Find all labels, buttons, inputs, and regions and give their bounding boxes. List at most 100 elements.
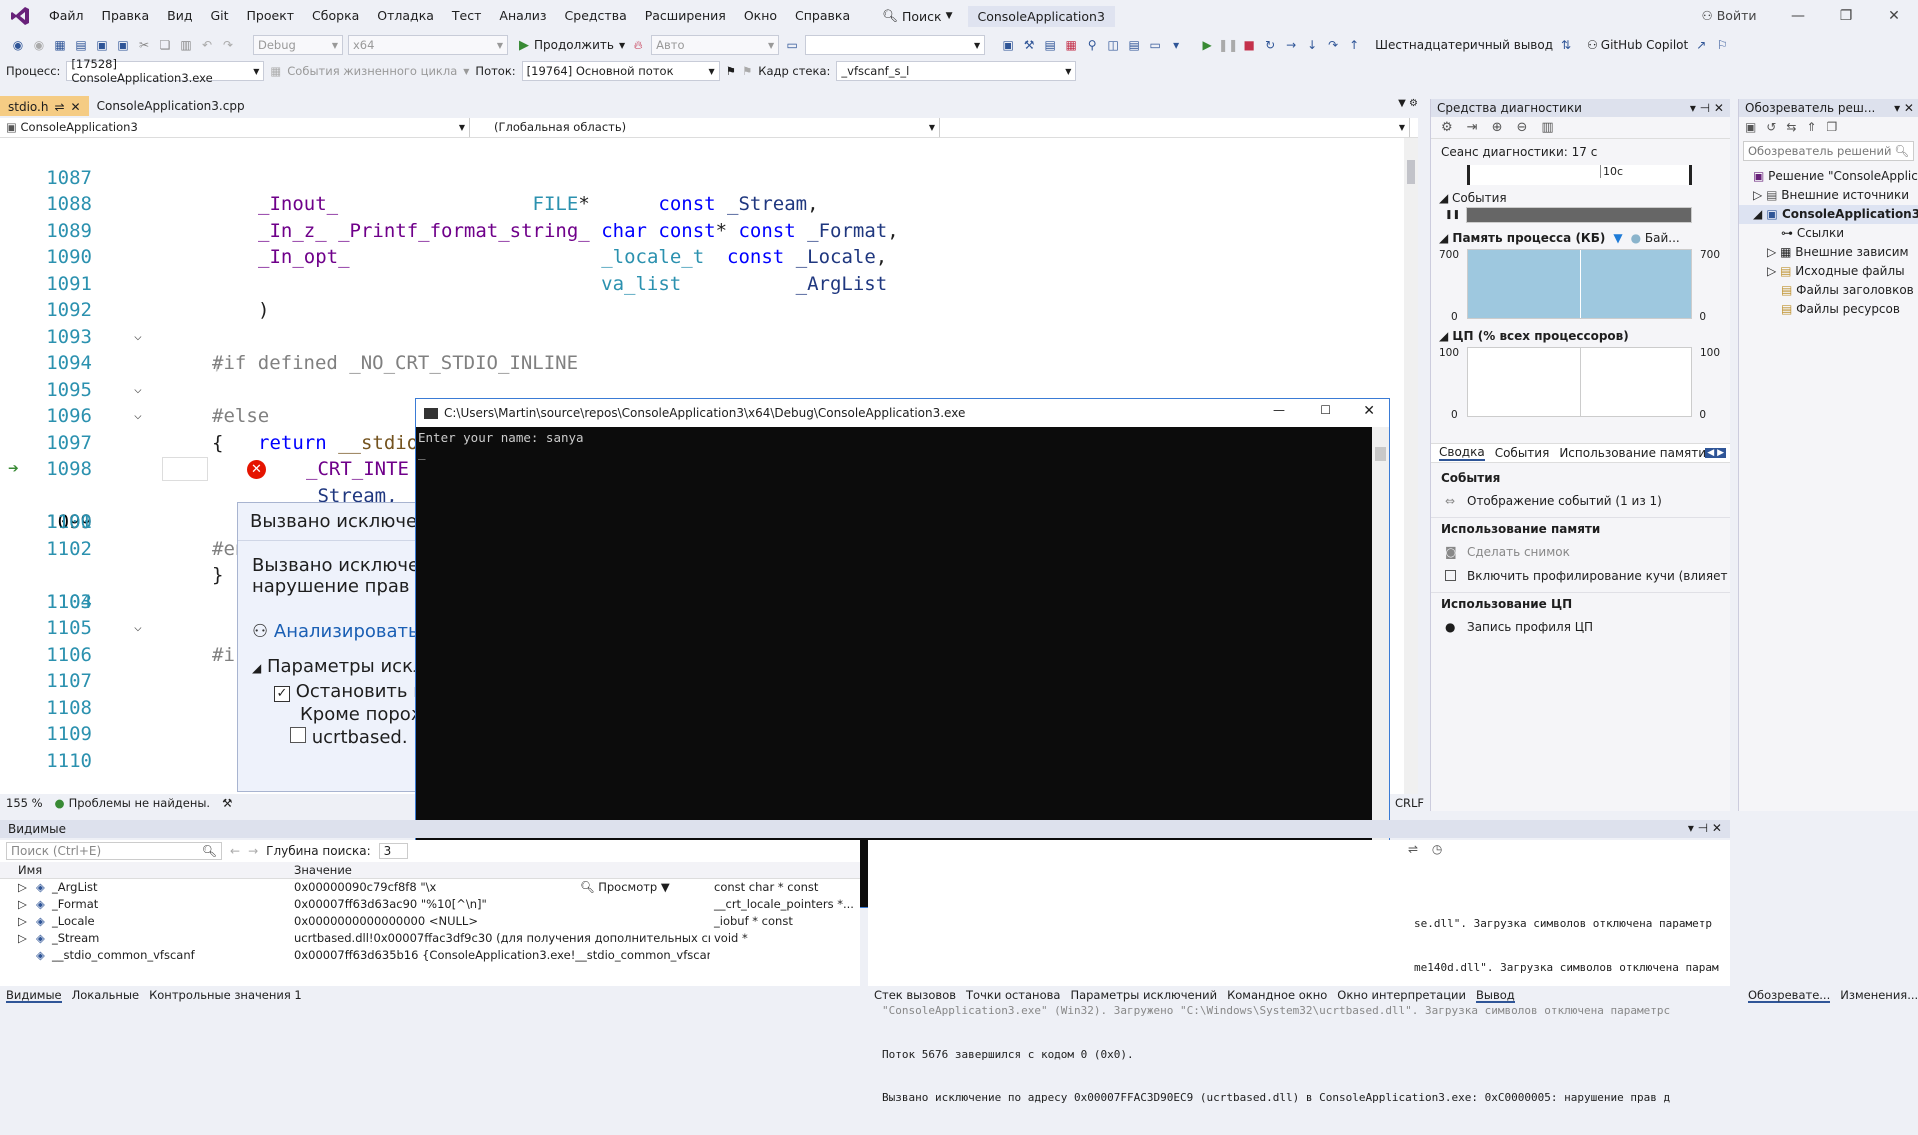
settings-gear-icon[interactable]: ⚙ bbox=[1441, 120, 1453, 135]
col-type-header[interactable] bbox=[710, 862, 860, 878]
tab-memory-usage[interactable]: Использование памяти bbox=[1559, 446, 1706, 460]
panel-icon[interactable]: ▭ bbox=[1147, 37, 1163, 53]
cpu-graph[interactable]: 100 0 100 0 bbox=[1431, 347, 1730, 421]
console-maximize-button[interactable]: ☐ bbox=[1320, 403, 1331, 417]
auto-select[interactable]: Авто ▼ bbox=[651, 35, 780, 55]
console-titlebar[interactable]: C:\Users\Martin\source\repos\ConsoleAppl… bbox=[416, 399, 1389, 427]
diagnostics-icon[interactable]: ▣ bbox=[1000, 37, 1016, 53]
menu-view[interactable]: Вид bbox=[158, 0, 201, 32]
menu-git[interactable]: Git bbox=[201, 0, 237, 32]
redo-icon[interactable]: ↷ bbox=[220, 37, 236, 53]
tree-project[interactable]: ◢ ▣ ConsoleApplication3 bbox=[1739, 205, 1918, 224]
tab-solution-explorer[interactable]: Обозревате... bbox=[1748, 988, 1831, 1003]
tab-overflow-icon[interactable]: ▼ ⚙ bbox=[1398, 98, 1418, 109]
minimize-button[interactable]: — bbox=[1774, 0, 1822, 32]
history-icon[interactable]: ↺ bbox=[1766, 120, 1776, 136]
platform-select[interactable]: x64 ▼ bbox=[348, 35, 508, 55]
editor-scrollbar[interactable] bbox=[1404, 138, 1418, 794]
menu-project[interactable]: Проект bbox=[238, 0, 304, 32]
tab-stdio-h[interactable]: stdio.h ⇌ ✕ bbox=[0, 96, 89, 116]
step-over-icon[interactable]: ↷ bbox=[1325, 37, 1341, 53]
toolbox-icon[interactable]: ▦ bbox=[1063, 37, 1079, 53]
table-row[interactable]: ▷ ◈ _Locale 0x0000000000000000 <NULL> _iob… bbox=[0, 913, 860, 930]
sync-icon[interactable]: ▣ bbox=[1745, 120, 1756, 136]
new-project-icon[interactable]: ▦ bbox=[52, 37, 68, 53]
word-wrap-icon[interactable]: ⇌ bbox=[1408, 842, 1418, 856]
tab-events[interactable]: События bbox=[1495, 446, 1550, 460]
show-events-link[interactable]: ⇔ Отображение событий (1 из 1) bbox=[1431, 489, 1730, 513]
compare-icon[interactable]: ◫ bbox=[1105, 37, 1121, 53]
tab-exception-settings[interactable]: Параметры исключений bbox=[1070, 988, 1217, 1003]
pin-icon[interactable]: ⇌ bbox=[54, 97, 64, 117]
expand-icon[interactable]: ▷ bbox=[18, 879, 27, 896]
forward-icon[interactable]: ◉ bbox=[31, 37, 47, 53]
search-depth-select[interactable]: 3 bbox=[378, 843, 409, 859]
pause-icon[interactable]: ❚❚ bbox=[1445, 210, 1460, 220]
tab-immediate-window[interactable]: Окно интерпретации bbox=[1337, 988, 1466, 1003]
threads-icon[interactable]: ⇅ bbox=[1558, 37, 1574, 53]
tab-locals[interactable]: Локальные bbox=[72, 988, 139, 1003]
back-icon[interactable]: ◉ bbox=[10, 37, 26, 53]
menu-tools[interactable]: Средства bbox=[556, 0, 636, 32]
brush-icon[interactable]: ⚒ bbox=[222, 796, 232, 810]
back-arrow-icon[interactable]: ← bbox=[230, 844, 240, 858]
hex-display-toggle[interactable]: Шестнадцатеричный вывод bbox=[1375, 38, 1553, 52]
share-icon[interactable]: ↗ bbox=[1693, 37, 1709, 53]
zoom-in-icon[interactable]: ⊕ bbox=[1492, 120, 1503, 135]
collapse-icon[interactable]: ◢ bbox=[1753, 207, 1762, 221]
table-row[interactable]: ▷ ◈ _ArgList 0x00000090c79cf8f8 "\x 🔍︎ Про… bbox=[0, 879, 860, 896]
expand-icon[interactable]: ▷ bbox=[1753, 188, 1762, 202]
browser-icon[interactable]: ▭ bbox=[784, 37, 800, 53]
forward-arrow-icon[interactable]: → bbox=[248, 844, 258, 858]
menu-test[interactable]: Тест bbox=[443, 0, 490, 32]
project-nav-select[interactable]: ▣ ConsoleApplication3 ▼ bbox=[0, 118, 470, 137]
config-select[interactable]: Debug ▼ bbox=[253, 35, 343, 55]
tab-watch-1[interactable]: Контрольные значения 1 bbox=[149, 988, 302, 1003]
layout-icon[interactable]: ▤ bbox=[1042, 37, 1058, 53]
tab-call-stack[interactable]: Стек вызовов bbox=[874, 988, 956, 1003]
table-row[interactable]: ◈ __stdio_common_vfscanf 0x00007ff63d635b… bbox=[0, 947, 860, 964]
tab-autos[interactable]: Видимые bbox=[6, 988, 62, 1003]
menu-analyze[interactable]: Анализ bbox=[490, 0, 555, 32]
expand-icon[interactable]: ▷ bbox=[18, 930, 27, 947]
tab-output[interactable]: Вывод bbox=[1476, 988, 1515, 1003]
tree-resource-files[interactable]: ▤ Файлы ресурсов bbox=[1739, 300, 1918, 319]
save-all-icon[interactable]: ▣ bbox=[115, 37, 131, 53]
panel-controls-icon[interactable]: ▾ ⊣ ✕ bbox=[1690, 99, 1730, 117]
clock-icon[interactable]: ◷ bbox=[1432, 842, 1442, 856]
feedback-icon[interactable]: ⚐ bbox=[1714, 37, 1730, 53]
take-snapshot-link[interactable]: ◙ Сделать снимок bbox=[1431, 540, 1730, 564]
tree-references[interactable]: ⊶ Ссылки bbox=[1739, 224, 1918, 243]
lifecycle-icon[interactable]: ▦ bbox=[270, 64, 281, 78]
wrench-icon[interactable]: ⚒ bbox=[1021, 37, 1037, 53]
stop-icon[interactable]: ■ bbox=[1241, 37, 1257, 53]
menu-file[interactable]: Файл bbox=[40, 0, 93, 32]
menu-help[interactable]: Справка bbox=[786, 0, 859, 32]
memory-section-header[interactable]: ◢ Память процесса (КБ) ▼ ● Бай... bbox=[1431, 223, 1730, 245]
hot-reload-icon[interactable]: 🔥︎ bbox=[630, 37, 646, 53]
search-button[interactable]: 🔍︎ Поиск ▼ bbox=[873, 8, 961, 24]
thread-select[interactable]: [19764] Основной поток ▼ bbox=[521, 61, 720, 81]
col-value-header[interactable]: Значение bbox=[290, 862, 710, 878]
timeline-ruler[interactable]: 10с bbox=[1467, 165, 1692, 185]
tab-git-changes[interactable]: Изменения... bbox=[1840, 988, 1918, 1003]
record-cpu-profile-link[interactable]: ● Запись профиля ЦП bbox=[1431, 615, 1730, 639]
table-row[interactable]: ▷ ◈ _Stream ucrtbased.dll!0x00007ffac3df9c… bbox=[0, 930, 860, 947]
tab-consoleapplication3-cpp[interactable]: ConsoleApplication3.cpp bbox=[89, 96, 253, 116]
autos-search-input[interactable]: Поиск (Ctrl+E) 🔍︎ bbox=[6, 842, 222, 860]
view-button[interactable]: 🔍︎ Просмотр ▼ bbox=[580, 880, 670, 894]
chart-icon[interactable]: ▥ bbox=[1541, 120, 1553, 135]
collapse-all-icon[interactable]: ⇑ bbox=[1806, 120, 1816, 136]
zoom-out-icon[interactable]: ⊖ bbox=[1516, 120, 1527, 135]
expand-icon[interactable]: ▷ bbox=[1767, 264, 1776, 278]
tree-header-files[interactable]: ▤ Файлы заголовков bbox=[1739, 281, 1918, 300]
more-icon[interactable]: ▾ bbox=[1168, 37, 1184, 53]
continue-button[interactable]: ▶ Продолжить ▼ bbox=[519, 38, 625, 53]
tab-summary[interactable]: Сводка bbox=[1439, 445, 1485, 461]
table-row[interactable]: ▷ ◈ _Format 0x00007ff63d63ac90 "%10[^\n]" … bbox=[0, 896, 860, 913]
undo-icon[interactable]: ↶ bbox=[199, 37, 215, 53]
tab-command-window[interactable]: Командное окно bbox=[1227, 988, 1327, 1003]
col-name-header[interactable]: Имя bbox=[0, 862, 290, 878]
exception-settings-toggle[interactable]: ◢ Параметры искл bbox=[238, 642, 416, 677]
stackframe-select[interactable]: _vfscanf_s_l ▼ bbox=[836, 61, 1077, 81]
